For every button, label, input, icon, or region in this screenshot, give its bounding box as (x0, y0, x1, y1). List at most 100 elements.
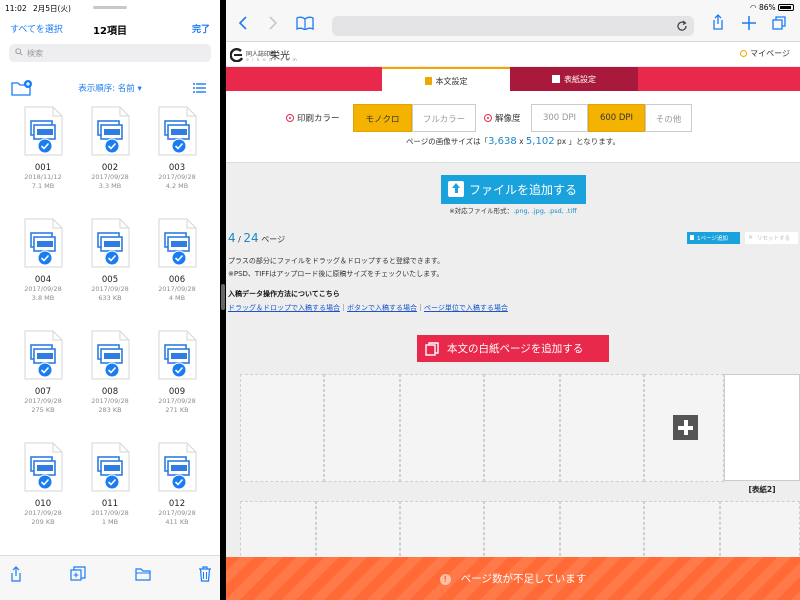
split-view-screen: 11:02 2月5日(火) 12項目 すべてを選択 完了 検索 表示順序: 名前… (0, 0, 800, 600)
tab-body-settings[interactable]: 本文設定 (382, 67, 510, 91)
page-slot[interactable] (560, 374, 644, 482)
files-pane: 11:02 2月5日(火) 12項目 すべてを選択 完了 検索 表示順序: 名前… (0, 0, 220, 600)
file-size: 633 KB (98, 294, 122, 302)
file-item[interactable]: 002 2017/09/28 3.3 MB (85, 106, 135, 191)
plus-icon[interactable] (673, 415, 698, 440)
bookmarks-icon[interactable] (296, 16, 314, 30)
file-size: 275 KB (31, 406, 55, 414)
share-icon[interactable] (8, 566, 24, 582)
resolution-other-button[interactable]: その他 (645, 104, 692, 132)
page-slot[interactable] (400, 501, 484, 561)
file-item[interactable]: 001 2018/11/12 7.1 MB (18, 106, 68, 191)
instruction-line-2: ※PSD、TIFFはアップロード後に原稿サイズをチェックいたします。 (228, 270, 444, 278)
tab-cover-settings[interactable]: 表紙設定 (510, 67, 638, 91)
file-name: 003 (168, 163, 186, 173)
done-button[interactable]: 完了 (192, 22, 210, 35)
copy-icon (425, 342, 439, 356)
file-item[interactable]: 005 2017/09/28 633 KB (85, 218, 135, 303)
link-button-upload[interactable]: ボタンで入稿する場合 (347, 304, 417, 312)
reload-icon[interactable] (677, 20, 688, 32)
select-all-button[interactable]: すべてを選択 (10, 22, 63, 35)
file-date: 2017/09/28 (24, 285, 62, 293)
file-date: 2017/09/28 (158, 509, 196, 517)
file-thumbnail (24, 218, 63, 268)
link-drag-drop[interactable]: ドラッグ＆ドロップで入稿する場合 (228, 304, 340, 312)
file-thumbnail (24, 106, 63, 156)
file-item[interactable]: 012 2017/09/28 411 KB (152, 442, 202, 527)
page-slot[interactable] (720, 501, 800, 561)
folder-icon[interactable] (135, 566, 151, 582)
book-icon (552, 75, 560, 83)
battery-icon (778, 4, 794, 11)
image-height: 5,102 (525, 136, 555, 147)
new-tab-icon[interactable] (742, 16, 756, 30)
forward-icon[interactable] (268, 16, 278, 30)
sort-order-dropdown[interactable]: 表示順序: 名前 ▾ (0, 82, 220, 94)
page-slot[interactable] (240, 374, 324, 482)
resolution-300-button[interactable]: 300 DPI (531, 104, 588, 132)
tabs-overview-icon[interactable] (772, 16, 786, 30)
cover-2-page[interactable] (724, 374, 800, 481)
page-slot[interactable] (324, 374, 400, 482)
site-logo[interactable]: 同人誌印刷 栄光 e i k o u . c o m (230, 46, 330, 64)
image-file-icon (24, 106, 62, 156)
page-slot[interactable] (644, 501, 720, 561)
image-size-text: ページの画像サイズは「3,638 x 5,102 px 」となります。 (405, 136, 621, 147)
add-one-page-button[interactable]: 1ページ追加 (687, 232, 740, 244)
file-item[interactable]: 009 2017/09/28 271 KB (152, 330, 202, 415)
add-file-button[interactable]: ファイルを追加する (441, 175, 586, 204)
upload-icon (448, 181, 464, 197)
page-slot[interactable] (484, 374, 560, 482)
file-name: 009 (168, 387, 186, 397)
image-file-icon (158, 330, 196, 380)
back-icon[interactable] (238, 16, 248, 30)
file-size: 209 KB (31, 518, 55, 526)
formats-list: .png, .jpg, .psd, .tiff (513, 207, 577, 215)
list-view-icon[interactable] (193, 83, 206, 93)
page-slot[interactable] (240, 501, 316, 561)
print-color-mono-button[interactable]: モノクロ (353, 104, 412, 132)
search-input[interactable]: 検索 (9, 44, 211, 62)
file-item[interactable]: 010 2017/09/28 209 KB (18, 442, 68, 527)
page-slot[interactable] (484, 501, 560, 561)
logo-mark-icon (230, 48, 244, 62)
multitask-pill[interactable] (93, 6, 127, 9)
file-date: 2017/09/28 (91, 285, 129, 293)
file-item[interactable]: 011 2017/09/28 1 MB (85, 442, 135, 527)
file-name: 010 (34, 499, 52, 509)
file-thumbnail (91, 442, 130, 492)
link-page-upload[interactable]: ページ単位で入稿する場合 (424, 304, 508, 312)
duplicate-icon[interactable] (70, 566, 86, 582)
file-item[interactable]: 008 2017/09/28 283 KB (85, 330, 135, 415)
share-icon[interactable] (712, 14, 724, 30)
page-count: 4 / 24 ページ (228, 231, 286, 245)
file-size: 3.8 MB (31, 294, 55, 302)
image-width: 3,638 (488, 136, 517, 147)
status-date: 2月5日(火) (33, 4, 71, 13)
trash-icon[interactable] (197, 566, 213, 582)
address-bar[interactable] (332, 16, 694, 36)
resolution-600-button[interactable]: 600 DPI (588, 104, 645, 132)
file-item[interactable]: 003 2017/09/28 4.2 MB (152, 106, 202, 191)
page-slot[interactable] (316, 501, 400, 561)
mypage-link[interactable]: マイページ (740, 48, 790, 59)
file-thumbnail (91, 330, 130, 380)
file-item[interactable]: 007 2017/09/28 275 KB (18, 330, 68, 415)
site-header: 同人誌印刷 栄光 e i k o u . c o m マイページ (226, 42, 800, 66)
page-slot[interactable] (560, 501, 644, 561)
file-item[interactable]: 004 2017/09/28 3.8 MB (18, 218, 68, 303)
reset-button[interactable]: リセットする (745, 232, 798, 244)
page-slot[interactable] (400, 374, 484, 482)
split-view-handle[interactable] (221, 284, 225, 310)
add-blank-page-button[interactable]: 本文の白紙ページを追加する (417, 335, 609, 362)
file-date: 2017/09/28 (158, 397, 196, 405)
file-name: 001 (34, 163, 52, 173)
status-bar-right: ◠ 86% (750, 0, 794, 14)
print-color-full-button[interactable]: フルカラー (412, 104, 476, 132)
file-item[interactable]: 006 2017/09/28 4 MB (152, 218, 202, 303)
files-nav-bar: 12項目 すべてを選択 完了 (0, 18, 220, 38)
tab-body-label: 本文設定 (435, 77, 468, 86)
warning-text: ページ数が不足しています (460, 573, 587, 585)
page-slots-row-1 (240, 374, 800, 482)
page-current: 4 (228, 231, 236, 245)
